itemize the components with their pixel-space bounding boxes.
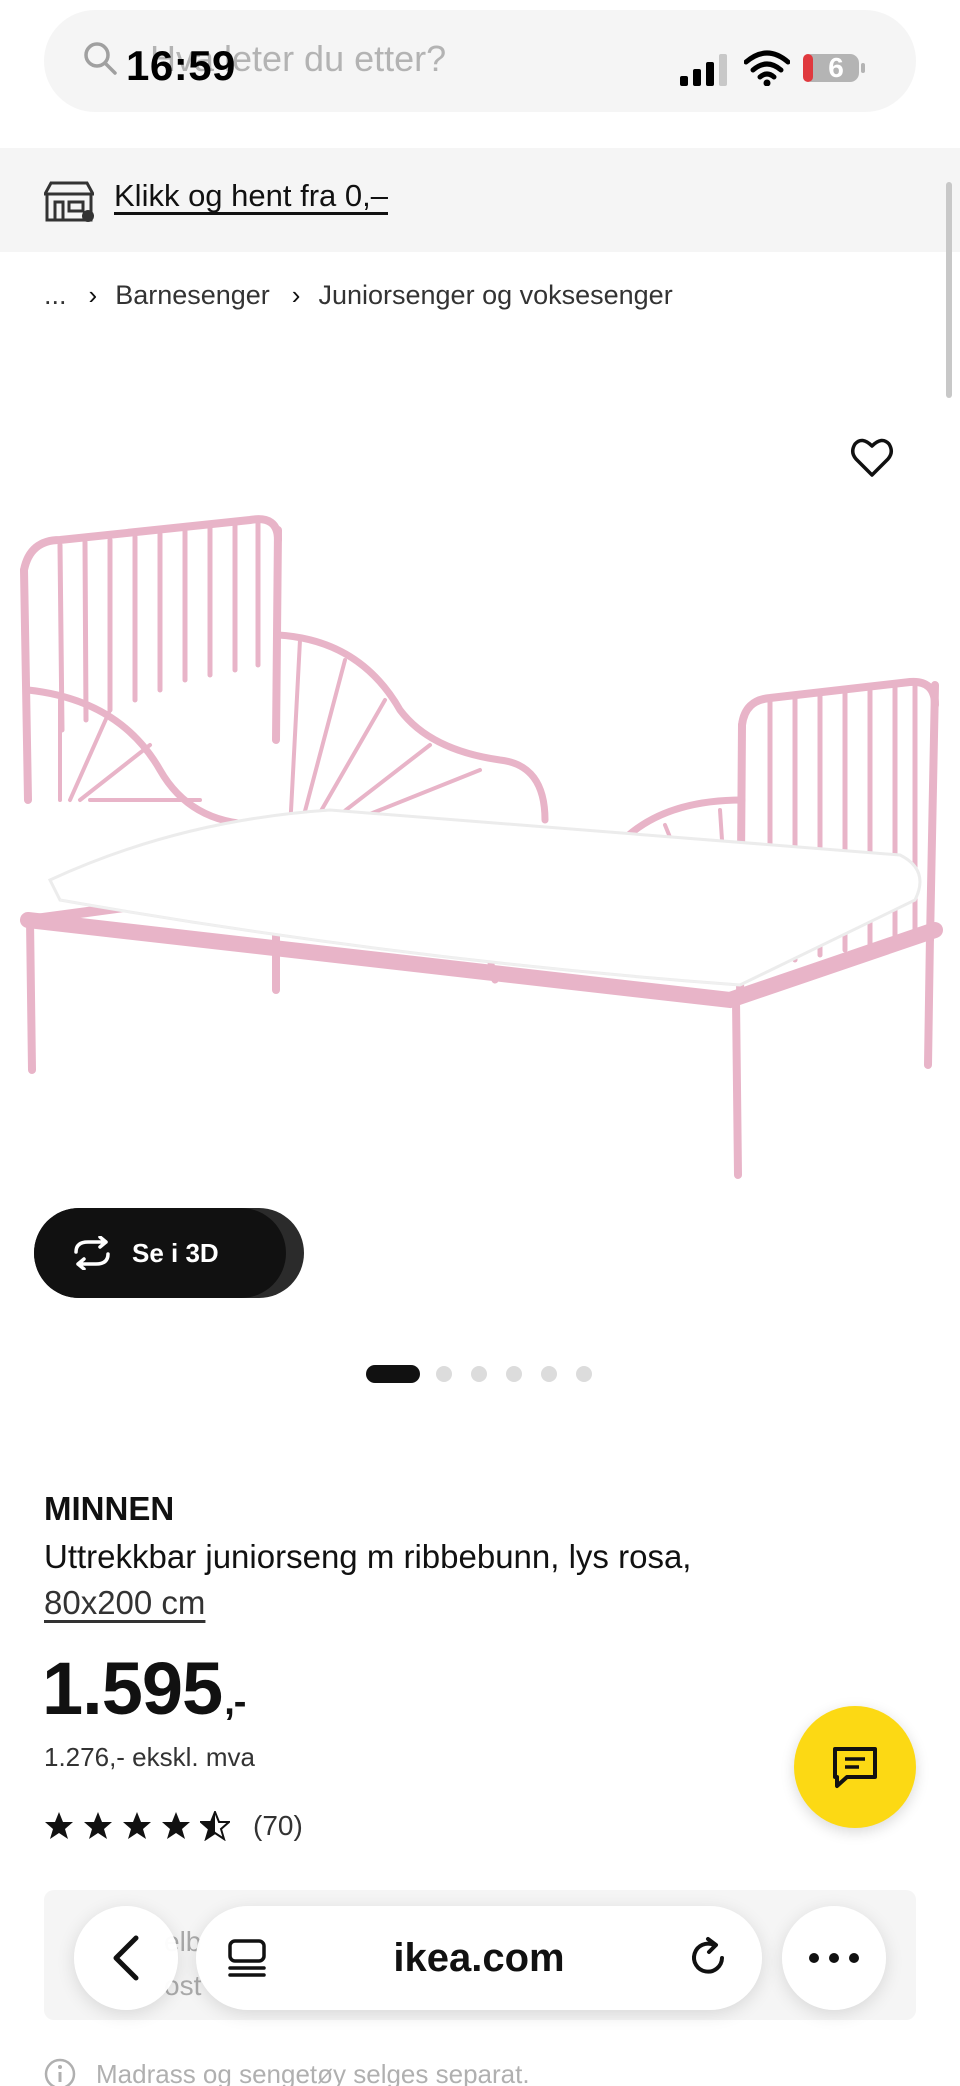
store-icon — [44, 181, 94, 222]
star-icon — [84, 1812, 112, 1839]
browser-back-button[interactable] — [74, 1906, 178, 2010]
rating-count: (70) — [253, 1810, 303, 1841]
price-value: 1.595 — [42, 1647, 223, 1730]
top-bar: Hva leter du etter? 16:59 6 — [0, 0, 960, 148]
star-icon — [162, 1812, 190, 1839]
carousel-dot-4[interactable] — [506, 1366, 522, 1382]
carousel-dot-1[interactable] — [366, 1365, 420, 1383]
breadcrumb-item-juniorsenger[interactable]: Juniorsenger og voksesenger — [318, 280, 672, 311]
browser-address-bar[interactable]: ikea.com — [196, 1906, 762, 2010]
carousel-dot-2[interactable] — [436, 1366, 452, 1382]
rotate-3d-icon — [74, 1236, 110, 1270]
search-icon[interactable] — [82, 40, 118, 76]
product-price: 1.595,- — [42, 1646, 246, 1731]
carousel-dot-5[interactable] — [541, 1366, 557, 1382]
click-and-collect-link[interactable]: Klikk og hent fra 0,– — [114, 178, 388, 214]
more-options-icon — [809, 1953, 859, 1963]
reload-icon[interactable] — [686, 1936, 730, 1980]
breadcrumb-item-barnesenger[interactable]: Barnesenger — [115, 280, 270, 311]
price-excluding-vat: 1.276,- ekskl. mva — [44, 1742, 255, 1772]
product-description: Uttrekkbar juniorseng m ribbebunn, lys r… — [44, 1534, 884, 1626]
star-icon — [45, 1812, 73, 1839]
status-time: 16:59 — [126, 42, 236, 89]
view-in-3d-button[interactable]: Se i 3D — [34, 1208, 304, 1298]
cellular-signal-icon — [680, 54, 727, 86]
carousel-dot-6[interactable] — [576, 1366, 592, 1382]
half-star-icon — [200, 1811, 230, 1841]
chat-button[interactable] — [794, 1706, 916, 1828]
browser-more-button[interactable] — [782, 1906, 886, 2010]
chevron-right-icon: › — [88, 280, 98, 310]
browser-url[interactable]: ikea.com — [196, 1936, 762, 1981]
product-note: Madrass og sengetøy selges separat. — [44, 2058, 530, 2086]
view-in-3d-label: Se i 3D — [132, 1237, 219, 1268]
product-rating[interactable]: (70) — [44, 1810, 303, 1842]
wifi-icon — [744, 50, 790, 86]
product-note-text: Madrass og sengetøy selges separat. — [96, 2058, 530, 2086]
breadcrumb: ... › Barnesenger › Juniorsenger og voks… — [44, 280, 673, 311]
product-image[interactable] — [0, 400, 960, 1200]
heart-icon[interactable] — [848, 434, 896, 482]
price-suffix: ,- — [224, 1681, 246, 1723]
product-description-text: Uttrekkbar juniorseng m ribbebunn, lys r… — [44, 1538, 692, 1575]
chat-icon — [833, 1747, 877, 1788]
breadcrumb-ellipsis[interactable]: ... — [44, 280, 67, 311]
battery-level: 6 — [828, 52, 844, 83]
image-carousel-indicator[interactable] — [366, 1364, 611, 1384]
info-icon — [44, 2058, 76, 2086]
view-in-3d-pill[interactable]: Se i 3D — [34, 1208, 286, 1298]
carousel-dot-3[interactable] — [471, 1366, 487, 1382]
page-scrollbar[interactable] — [946, 182, 952, 398]
star-icon — [123, 1812, 151, 1839]
product-size-link[interactable]: 80x200 cm — [44, 1584, 205, 1621]
chevron-right-icon: › — [291, 280, 301, 310]
chevron-left-icon — [113, 1935, 139, 1981]
product-brand: MINNEN — [44, 1490, 175, 1527]
